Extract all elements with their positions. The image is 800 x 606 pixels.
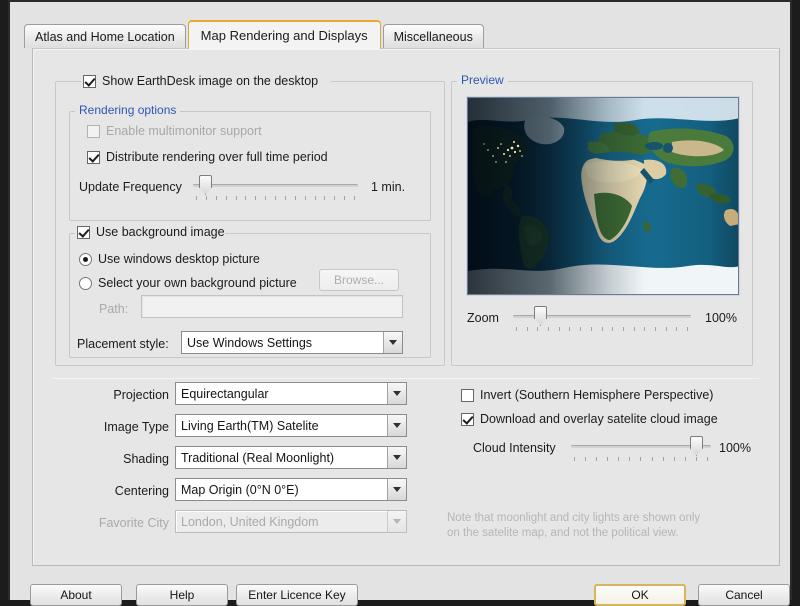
path-label: Path:	[99, 302, 128, 316]
centering-label: Centering	[53, 484, 169, 498]
update-frequency-label: Update Frequency	[79, 180, 182, 194]
checkbox-label: Use background image	[96, 225, 225, 239]
slider-track[interactable]	[193, 184, 358, 187]
cancel-button[interactable]: Cancel	[698, 584, 790, 606]
browse-button: Browse...	[319, 269, 399, 291]
combo-value: Living Earth(TM) Satelite	[176, 419, 387, 433]
map-preview[interactable]	[467, 97, 739, 295]
checkbox-label: Invert (Southern Hemisphere Perspective)	[480, 388, 713, 402]
combo-value: London, United Kingdom	[176, 515, 387, 529]
checkbox-box[interactable]	[83, 75, 96, 88]
zoom-value: 100%	[705, 311, 737, 325]
radio-select-your-own-background-picture[interactable]: Select your own background picture	[79, 276, 297, 290]
enter-licence-key-button[interactable]: Enter Licence Key	[236, 584, 358, 606]
chevron-down-icon[interactable]	[387, 383, 406, 404]
tab-map-rendering-and-displays[interactable]: Map Rendering and Displays	[188, 20, 381, 49]
zoom-label: Zoom	[467, 311, 499, 325]
world-map-image	[468, 98, 739, 295]
chevron-down-icon[interactable]	[387, 415, 406, 436]
combo-value: Use Windows Settings	[182, 336, 383, 350]
update-frequency-value: 1 min.	[371, 180, 405, 194]
checkbox-label: Show EarthDesk image on the desktop	[102, 74, 318, 88]
slider-thumb[interactable]	[690, 436, 703, 456]
screen: Atlas and Home Location Map Rendering an…	[0, 0, 800, 600]
zoom-slider[interactable]	[513, 306, 691, 332]
checkbox-show-earthdesk-image[interactable]: Show EarthDesk image on the desktop	[83, 74, 318, 88]
image-type-label: Image Type	[53, 420, 169, 434]
tab-atlas-and-home-location[interactable]: Atlas and Home Location	[24, 24, 186, 48]
path-input	[141, 295, 403, 318]
cloud-intensity-slider[interactable]	[571, 436, 711, 462]
checkbox-label: Download and overlay satelite cloud imag…	[480, 412, 718, 426]
checkbox-enable-multimonitor-support: Enable multimonitor support	[87, 124, 262, 138]
rendering-options-legend: Rendering options	[75, 103, 180, 117]
ok-button[interactable]: OK	[594, 584, 686, 606]
radio-button[interactable]	[79, 253, 92, 266]
favorite-city-combo: London, United Kingdom	[175, 510, 407, 533]
combo-value: Map Origin (0°N 0°E)	[176, 483, 387, 497]
chevron-down-icon	[387, 511, 406, 532]
checkbox-box[interactable]	[461, 413, 474, 426]
checkbox-invert-southern-hemisphere[interactable]: Invert (Southern Hemisphere Perspective)	[461, 388, 713, 402]
cloud-intensity-value: 100%	[719, 441, 751, 455]
placement-style-combo[interactable]: Use Windows Settings	[181, 331, 403, 354]
favorite-city-label: Favorite City	[53, 516, 169, 530]
tab-label: Map Rendering and Displays	[201, 28, 368, 43]
slider-thumb[interactable]	[199, 175, 212, 195]
radio-label: Select your own background picture	[98, 276, 297, 290]
update-frequency-slider[interactable]	[193, 175, 358, 201]
chevron-down-icon[interactable]	[383, 332, 402, 353]
checkbox-label: Enable multimonitor support	[106, 124, 262, 138]
radio-label: Use windows desktop picture	[98, 252, 260, 266]
slider-ticks	[196, 196, 355, 201]
moonlight-note: Note that moonlight and city lights are …	[447, 511, 747, 541]
slider-ticks	[574, 457, 708, 462]
checkbox-use-background-image[interactable]: Use background image	[77, 225, 225, 239]
tab-strip: Atlas and Home Location Map Rendering an…	[24, 20, 486, 48]
projection-label: Projection	[53, 388, 169, 402]
tab-miscellaneous[interactable]: Miscellaneous	[383, 24, 484, 48]
placement-style-label: Placement style:	[77, 337, 169, 351]
about-button[interactable]: About	[30, 584, 122, 606]
checkbox-download-overlay-clouds[interactable]: Download and overlay satelite cloud imag…	[461, 412, 718, 426]
combo-value: Traditional (Real Moonlight)	[176, 451, 387, 465]
help-button[interactable]: Help	[136, 584, 228, 606]
preview-legend: Preview	[457, 73, 508, 87]
shading-label: Shading	[53, 452, 169, 466]
checkbox-label: Distribute rendering over full time peri…	[106, 150, 328, 164]
slider-thumb[interactable]	[534, 306, 547, 326]
image-type-combo[interactable]: Living Earth(TM) Satelite	[175, 414, 407, 437]
checkbox-box[interactable]	[77, 226, 90, 239]
tab-label: Atlas and Home Location	[35, 30, 175, 44]
radio-button[interactable]	[79, 277, 92, 290]
checkbox-box	[87, 125, 100, 138]
cloud-intensity-label: Cloud Intensity	[473, 441, 556, 455]
preferences-window: Atlas and Home Location Map Rendering an…	[8, 0, 792, 600]
chevron-down-icon[interactable]	[387, 479, 406, 500]
radio-use-windows-desktop-picture[interactable]: Use windows desktop picture	[79, 252, 260, 266]
checkbox-box[interactable]	[461, 389, 474, 402]
projection-combo[interactable]: Equirectangular	[175, 382, 407, 405]
checkbox-box[interactable]	[87, 151, 100, 164]
chevron-down-icon[interactable]	[387, 447, 406, 468]
section-divider	[53, 378, 759, 379]
slider-ticks	[516, 327, 688, 332]
tab-label: Miscellaneous	[394, 30, 473, 44]
tab-panel-map-rendering: Show EarthDesk image on the desktop Rend…	[32, 48, 780, 566]
centering-combo[interactable]: Map Origin (0°N 0°E)	[175, 478, 407, 501]
checkbox-distribute-rendering[interactable]: Distribute rendering over full time peri…	[87, 150, 328, 164]
combo-value: Equirectangular	[176, 387, 387, 401]
shading-combo[interactable]: Traditional (Real Moonlight)	[175, 446, 407, 469]
